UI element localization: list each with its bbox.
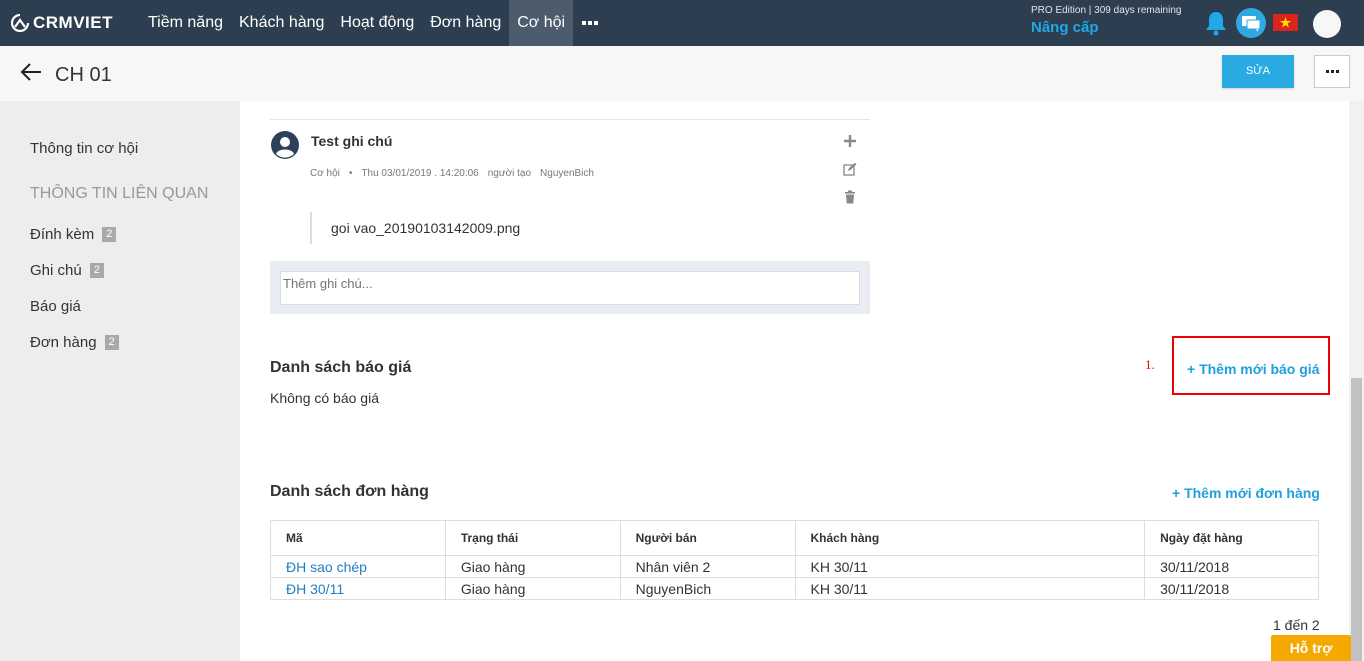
add-order-link[interactable]: + Thêm mới đơn hàng	[1172, 485, 1320, 501]
trash-icon[interactable]	[843, 190, 857, 204]
note-creator: NguyenBich	[540, 168, 594, 179]
scrollbar-thumb[interactable]	[1351, 378, 1362, 661]
add-quote-link[interactable]: + Thêm mới báo giá	[1187, 361, 1319, 377]
order-date: 30/11/2018	[1144, 555, 1319, 578]
annotation-marker: 1.	[1145, 357, 1155, 372]
order-status: Giao hàng	[444, 555, 621, 578]
sidebar: Thông tin cơ hội THÔNG TIN LIÊN QUAN Đín…	[0, 101, 240, 661]
meta-separator: •	[348, 168, 353, 179]
more-options-button[interactable]	[1314, 55, 1350, 88]
column-header-status[interactable]: Trạng thái	[444, 520, 621, 556]
note-meta: Cơ hội • Thu 03/01/2019 . 14:20:06 người…	[310, 168, 603, 179]
note-input[interactable]	[280, 271, 860, 305]
sidebar-item-quotes[interactable]: Báo giá	[30, 298, 81, 315]
crmviet-logo[interactable]: CRMVIET	[11, 12, 113, 34]
note-time: Thu 03/01/2019 . 14:20:06	[361, 168, 479, 179]
page-title: CH 01	[55, 64, 112, 86]
user-avatar-icon	[271, 131, 299, 159]
attachment-file[interactable]: goi vao_20190103142009.png	[310, 212, 520, 244]
sidebar-item-attachments[interactable]: Đính kèm 2	[30, 226, 117, 243]
table-row: ĐH 30/11 Giao hàng NguyenBich KH 30/11 3…	[270, 577, 1319, 600]
main-content: Test ghi chú Cơ hội • Thu 03/01/2019 . 1…	[240, 101, 1349, 661]
divider	[270, 119, 870, 120]
chat-icon[interactable]	[1236, 8, 1266, 38]
bell-icon[interactable]	[1204, 10, 1228, 36]
sidebar-item-label: Báo giá	[30, 298, 81, 315]
plus-icon[interactable]	[843, 134, 857, 148]
note-creator-label: người tạo	[487, 168, 532, 179]
order-seller: Nhân viên 2	[619, 555, 796, 578]
nav-tiem-nang[interactable]: Tiềm năng	[140, 0, 231, 46]
orders-table: Mã Trạng thái Người bán Khách hàng Ngày …	[270, 520, 1319, 600]
note-tools	[843, 134, 859, 218]
upgrade-link[interactable]: Nâng cấp	[1031, 19, 1099, 36]
star-icon	[1280, 17, 1291, 28]
support-button[interactable]: Hỗ trợ	[1271, 635, 1351, 661]
count-badge: 2	[89, 263, 104, 278]
column-header-seller[interactable]: Người bán	[619, 520, 796, 556]
orders-section-title: Danh sách đơn hàng	[270, 483, 429, 500]
count-badge: 2	[104, 335, 119, 350]
quotes-empty-text: Không có báo giá	[270, 390, 379, 406]
order-customer: KH 30/11	[794, 555, 1146, 578]
page-scrollbar[interactable]	[1349, 101, 1364, 661]
title-bar: CH 01 SỬA	[0, 46, 1364, 101]
edition-info: PRO Edition | 309 days remaining	[1031, 5, 1182, 16]
user-avatar[interactable]	[1313, 10, 1341, 38]
note-title: Test ghi chú	[311, 133, 393, 149]
nav-don-hang[interactable]: Đơn hàng	[422, 0, 509, 46]
edit-button[interactable]: SỬA	[1222, 55, 1294, 88]
nav-hoat-dong[interactable]: Hoạt động	[332, 0, 422, 46]
order-status: Giao hàng	[444, 577, 621, 600]
column-header-order-date[interactable]: Ngày đặt hàng	[1144, 520, 1319, 556]
table-header-row: Mã Trạng thái Người bán Khách hàng Ngày …	[270, 520, 1319, 556]
nav-khach-hang[interactable]: Khách hàng	[231, 0, 332, 46]
chat-bubble-icon	[1242, 16, 1261, 32]
sidebar-item-notes[interactable]: Ghi chú 2	[30, 262, 104, 279]
main-nav: Tiềm năng Khách hàng Hoạt động Đơn hàng …	[140, 0, 609, 46]
order-date: 30/11/2018	[1144, 577, 1319, 600]
table-row: ĐH sao chép Giao hàng Nhân viên 2 KH 30/…	[270, 555, 1319, 578]
pagination-info: 1 đến 2	[1273, 617, 1320, 633]
order-customer: KH 30/11	[794, 577, 1146, 600]
order-code-link[interactable]: ĐH 30/11	[270, 577, 446, 600]
sidebar-item-label: Thông tin cơ hội	[30, 140, 139, 157]
column-header-code[interactable]: Mã	[270, 520, 446, 556]
sidebar-related-header: THÔNG TIN LIÊN QUAN	[30, 185, 209, 202]
order-seller: NguyenBich	[619, 577, 796, 600]
logo-mark-icon	[11, 14, 29, 32]
edit-icon[interactable]	[843, 162, 857, 176]
sidebar-item-label: Ghi chú	[30, 262, 82, 279]
vietnam-flag-icon[interactable]	[1273, 14, 1298, 31]
nav-more-icon[interactable]	[573, 0, 609, 46]
note-type: Cơ hội	[310, 168, 340, 179]
sidebar-item-info[interactable]: Thông tin cơ hội	[30, 140, 138, 157]
sidebar-item-label: Đính kèm	[30, 226, 95, 243]
nav-co-hoi[interactable]: Cơ hội	[509, 0, 574, 46]
count-badge: 2	[102, 227, 117, 242]
column-header-customer[interactable]: Khách hàng	[794, 520, 1146, 556]
sidebar-item-orders[interactable]: Đơn hàng 2	[30, 334, 119, 351]
back-arrow-icon[interactable]	[20, 62, 42, 82]
top-navbar: CRMVIET Tiềm năng Khách hàng Hoạt động Đ…	[0, 0, 1364, 46]
brand-name: CRMVIET	[33, 13, 113, 32]
sidebar-item-label: Đơn hàng	[30, 334, 97, 351]
note-compose-box	[270, 261, 870, 314]
order-code-link[interactable]: ĐH sao chép	[270, 555, 446, 578]
quotes-section-title: Danh sách báo giá	[270, 359, 412, 376]
